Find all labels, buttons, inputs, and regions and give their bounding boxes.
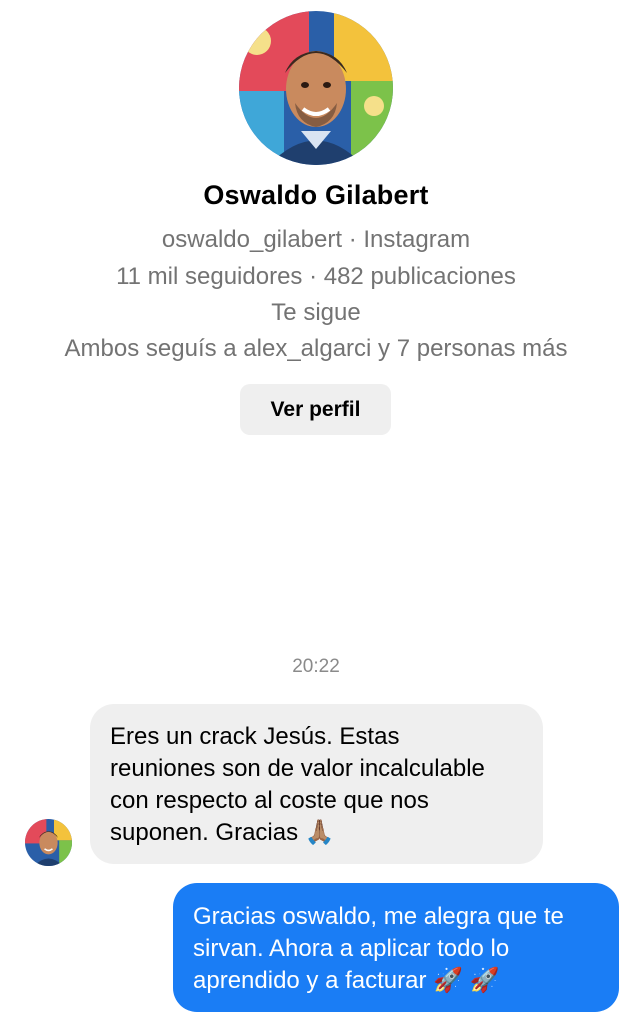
avatar-illustration [239, 11, 393, 165]
outgoing-message-line: sirvan. Ahora a aplicar todo lo [193, 935, 510, 962]
outgoing-message-bubble[interactable]: Gracias oswaldo, me alegra que te sirvan… [173, 883, 619, 1012]
profile-name: Oswaldo Gilabert [203, 180, 429, 210]
sender-avatar[interactable] [25, 819, 72, 866]
outgoing-message-line: aprendido y a facturar 🚀 🚀 [193, 967, 500, 994]
view-profile-button[interactable]: Ver perfil [240, 384, 391, 435]
follows-you-label: Te sigue [271, 299, 361, 326]
profile-avatar[interactable] [239, 11, 393, 165]
mutual-followers: Ambos seguís a alex_algarci y 7 personas… [64, 335, 568, 362]
outgoing-message-line: Gracias oswaldo, me alegra que te [193, 903, 564, 930]
incoming-message-line: Eres un crack Jesús. Estas [110, 723, 400, 750]
profile-stats: 11 mil seguidores · 482 publicaciones [116, 263, 516, 290]
incoming-message-line: reuniones son de valor incalculable [110, 755, 485, 782]
message-timestamp: 20:22 [292, 656, 340, 677]
profile-handle: oswaldo_gilabert · Instagram [161, 226, 471, 253]
dm-conversation-screen: Oswaldo Gilabert oswaldo_gilabert · Inst… [0, 0, 632, 1024]
incoming-message-line: suponen. Gracias 🙏🏽 [110, 819, 335, 846]
incoming-message-line: con respecto al coste que nos [110, 787, 429, 814]
incoming-message-bubble[interactable]: Eres un crack Jesús. Estas reuniones son… [90, 704, 543, 864]
avatar-illustration-small [25, 819, 72, 866]
